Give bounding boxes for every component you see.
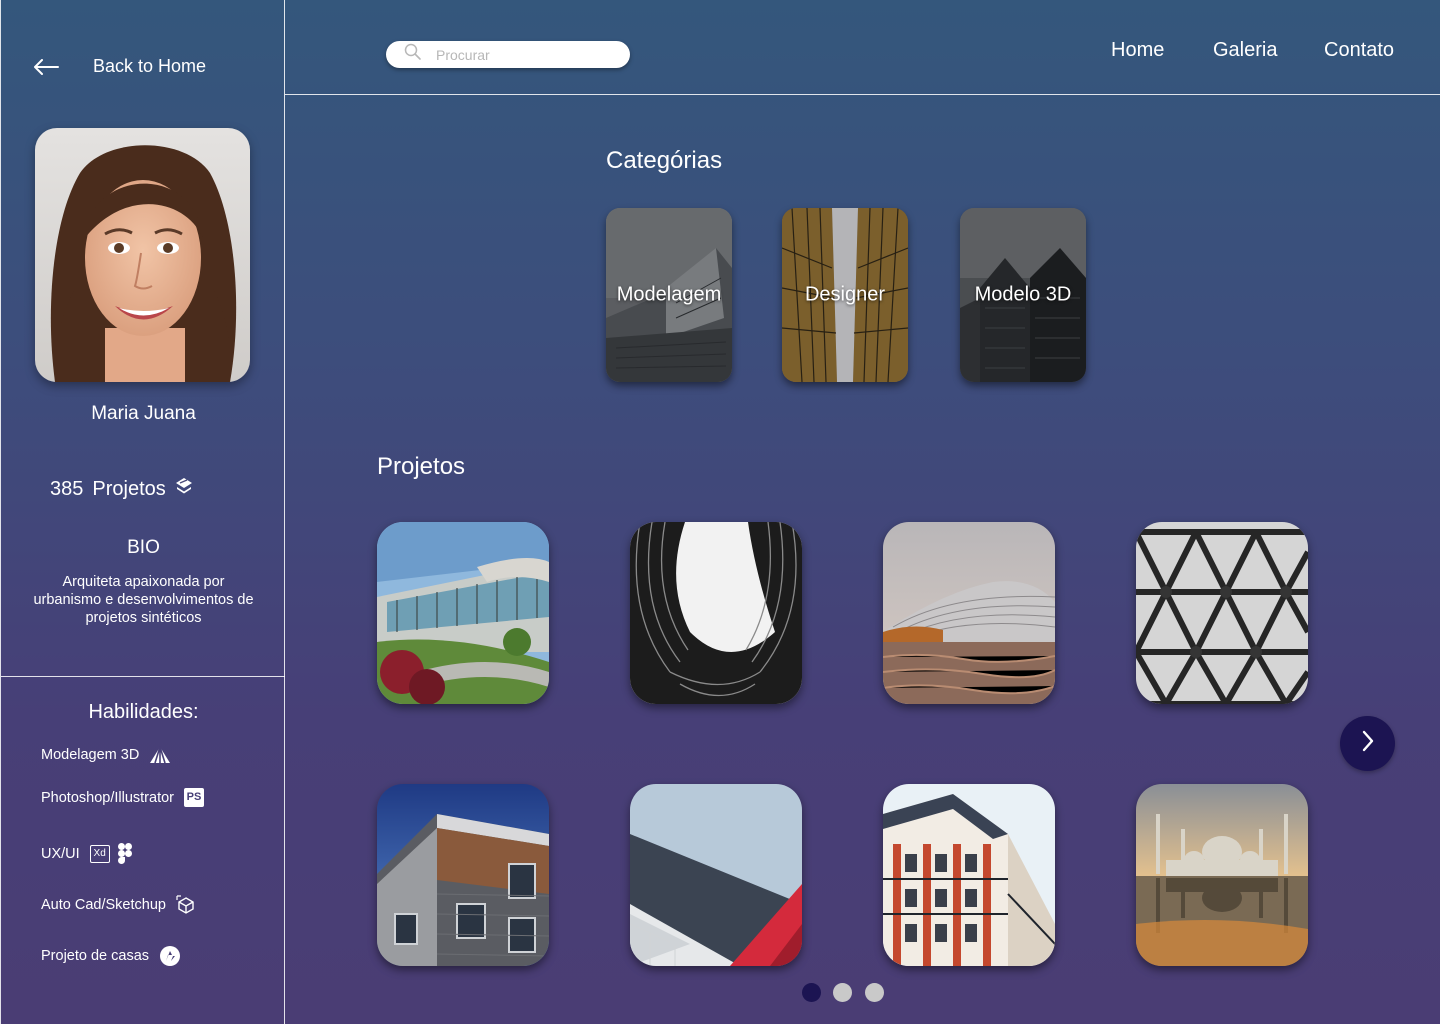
pagination-dot-2[interactable] — [833, 983, 852, 1002]
projects-count-value: 385 — [50, 477, 84, 500]
category-label: Modelo 3D — [974, 283, 1072, 306]
photoshop-badge: PS — [184, 788, 204, 807]
figma-icon — [117, 843, 132, 865]
pagination-dot-1[interactable] — [802, 983, 821, 1002]
photoshop-icon: PS — [184, 788, 204, 807]
category-label: Designer — [804, 283, 886, 306]
projects-count-label: Projetos — [92, 477, 166, 500]
profile-sidebar: Back to Home Maria Juana 385 Projetos BI… — [0, 0, 285, 1024]
nav-contato[interactable]: Contato — [1324, 39, 1394, 62]
project-card[interactable] — [1136, 522, 1308, 704]
avatar — [35, 128, 250, 382]
category-card-designer[interactable]: Designer — [782, 208, 908, 382]
project-card[interactable] — [883, 784, 1055, 966]
sketchup-cube-icon — [176, 895, 196, 915]
bio-text: Arquiteta apaixonada por urbanismo e des… — [33, 574, 254, 626]
header-divider — [285, 94, 1440, 95]
project-card[interactable] — [630, 522, 802, 704]
projects-title: Projetos — [377, 453, 466, 480]
next-page-button[interactable] — [1340, 716, 1395, 771]
pagination-dot-3[interactable] — [865, 983, 884, 1002]
house-project-icon — [159, 945, 181, 967]
arrow-left-icon — [33, 58, 59, 75]
pyramid-icon — [149, 746, 171, 764]
nav-home[interactable]: Home — [1111, 39, 1164, 62]
categories-title: Categórias — [606, 147, 723, 174]
skill-label: Modelagem 3D — [41, 747, 140, 763]
xd-icon: Xd — [89, 845, 110, 863]
projects-count: 385 Projetos — [50, 477, 193, 501]
skill-label: Auto Cad/Sketchup — [41, 897, 166, 913]
skill-item: Projeto de casas — [41, 945, 181, 967]
project-card[interactable] — [377, 784, 549, 966]
skill-item: Modelagem 3D — [41, 746, 171, 764]
back-to-home-link[interactable]: Back to Home — [33, 56, 206, 77]
category-card-modelagem[interactable]: Modelagem — [606, 208, 732, 382]
profile-name: Maria Juana — [91, 403, 196, 424]
sidebar-divider — [1, 676, 285, 677]
skills-title: Habilidades: — [88, 701, 199, 723]
search-input[interactable] — [436, 46, 606, 63]
chevron-right-icon — [1360, 729, 1376, 758]
xd-badge: Xd — [89, 845, 110, 863]
skill-label: Projeto de casas — [41, 948, 150, 964]
category-label: Modelagem — [616, 283, 722, 306]
skill-label: UX/UI — [41, 846, 80, 862]
skill-item: UX/UI Xd — [41, 843, 132, 865]
back-label: Back to Home — [93, 56, 207, 76]
skill-label: Photoshop/Illustrator — [41, 789, 174, 806]
project-card[interactable] — [883, 522, 1055, 704]
bio-title: BIO — [127, 537, 160, 558]
skill-item: Photoshop/Illustrator PS — [41, 788, 204, 807]
project-card[interactable] — [630, 784, 802, 966]
project-card[interactable] — [1136, 784, 1308, 966]
nav-galeria[interactable]: Galeria — [1213, 39, 1277, 62]
project-card[interactable] — [377, 522, 549, 704]
layers-icon — [175, 477, 193, 501]
category-card-modelo-3d[interactable]: Modelo 3D — [960, 208, 1086, 382]
search-icon — [404, 43, 422, 66]
skill-item: Auto Cad/Sketchup — [41, 895, 196, 915]
search-bar[interactable] — [386, 41, 630, 68]
